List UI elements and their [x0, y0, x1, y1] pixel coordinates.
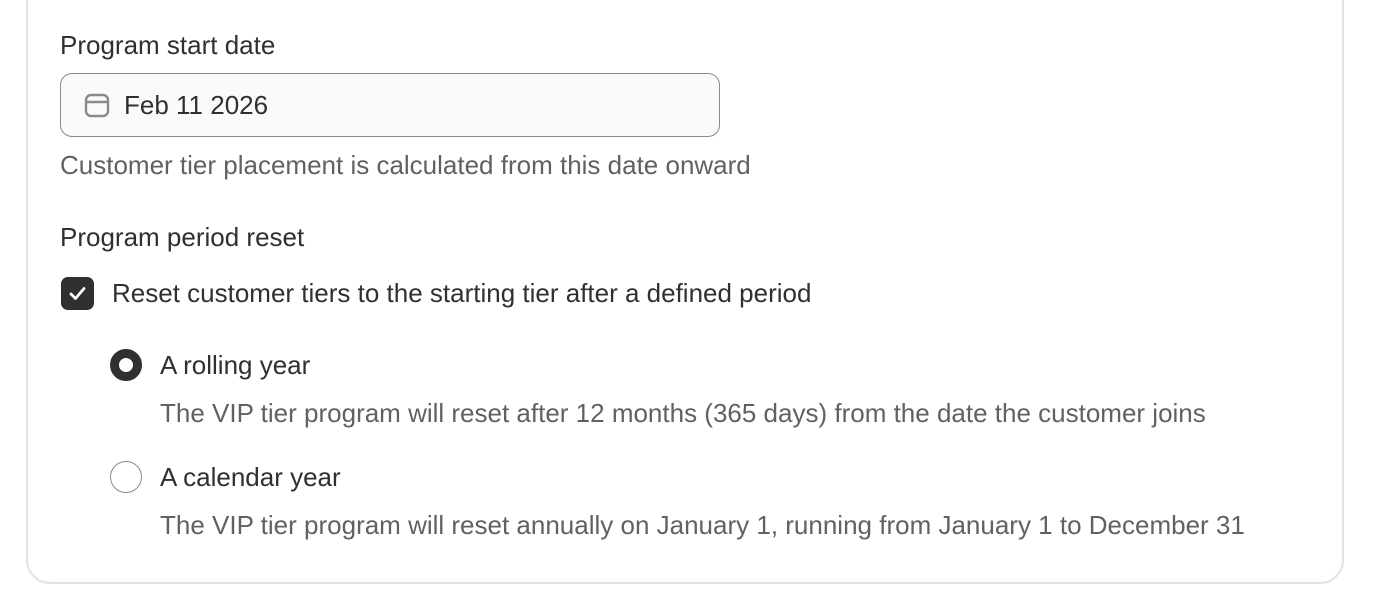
- rolling-year-label[interactable]: A rolling year: [160, 349, 310, 381]
- calendar-year-label[interactable]: A calendar year: [160, 461, 341, 493]
- start-date-label: Program start date: [60, 30, 276, 60]
- calendar-year-radio[interactable]: [110, 461, 142, 493]
- period-reset-label: Program period reset: [60, 222, 305, 252]
- checkmark-icon: [69, 287, 86, 300]
- start-date-help-text: Customer tier placement is calculated fr…: [60, 150, 751, 180]
- start-date-field[interactable]: Feb 11 2026: [60, 73, 720, 137]
- reset-tiers-checkbox-label[interactable]: Reset customer tiers to the starting tie…: [112, 277, 811, 309]
- calendar-icon: [83, 91, 111, 119]
- start-date-value: Feb 11 2026: [124, 90, 269, 120]
- rolling-year-description: The VIP tier program will reset after 12…: [160, 398, 1206, 428]
- reset-tiers-checkbox[interactable]: [61, 277, 94, 310]
- rolling-year-radio[interactable]: [110, 349, 142, 381]
- calendar-year-description: The VIP tier program will reset annually…: [160, 510, 1245, 540]
